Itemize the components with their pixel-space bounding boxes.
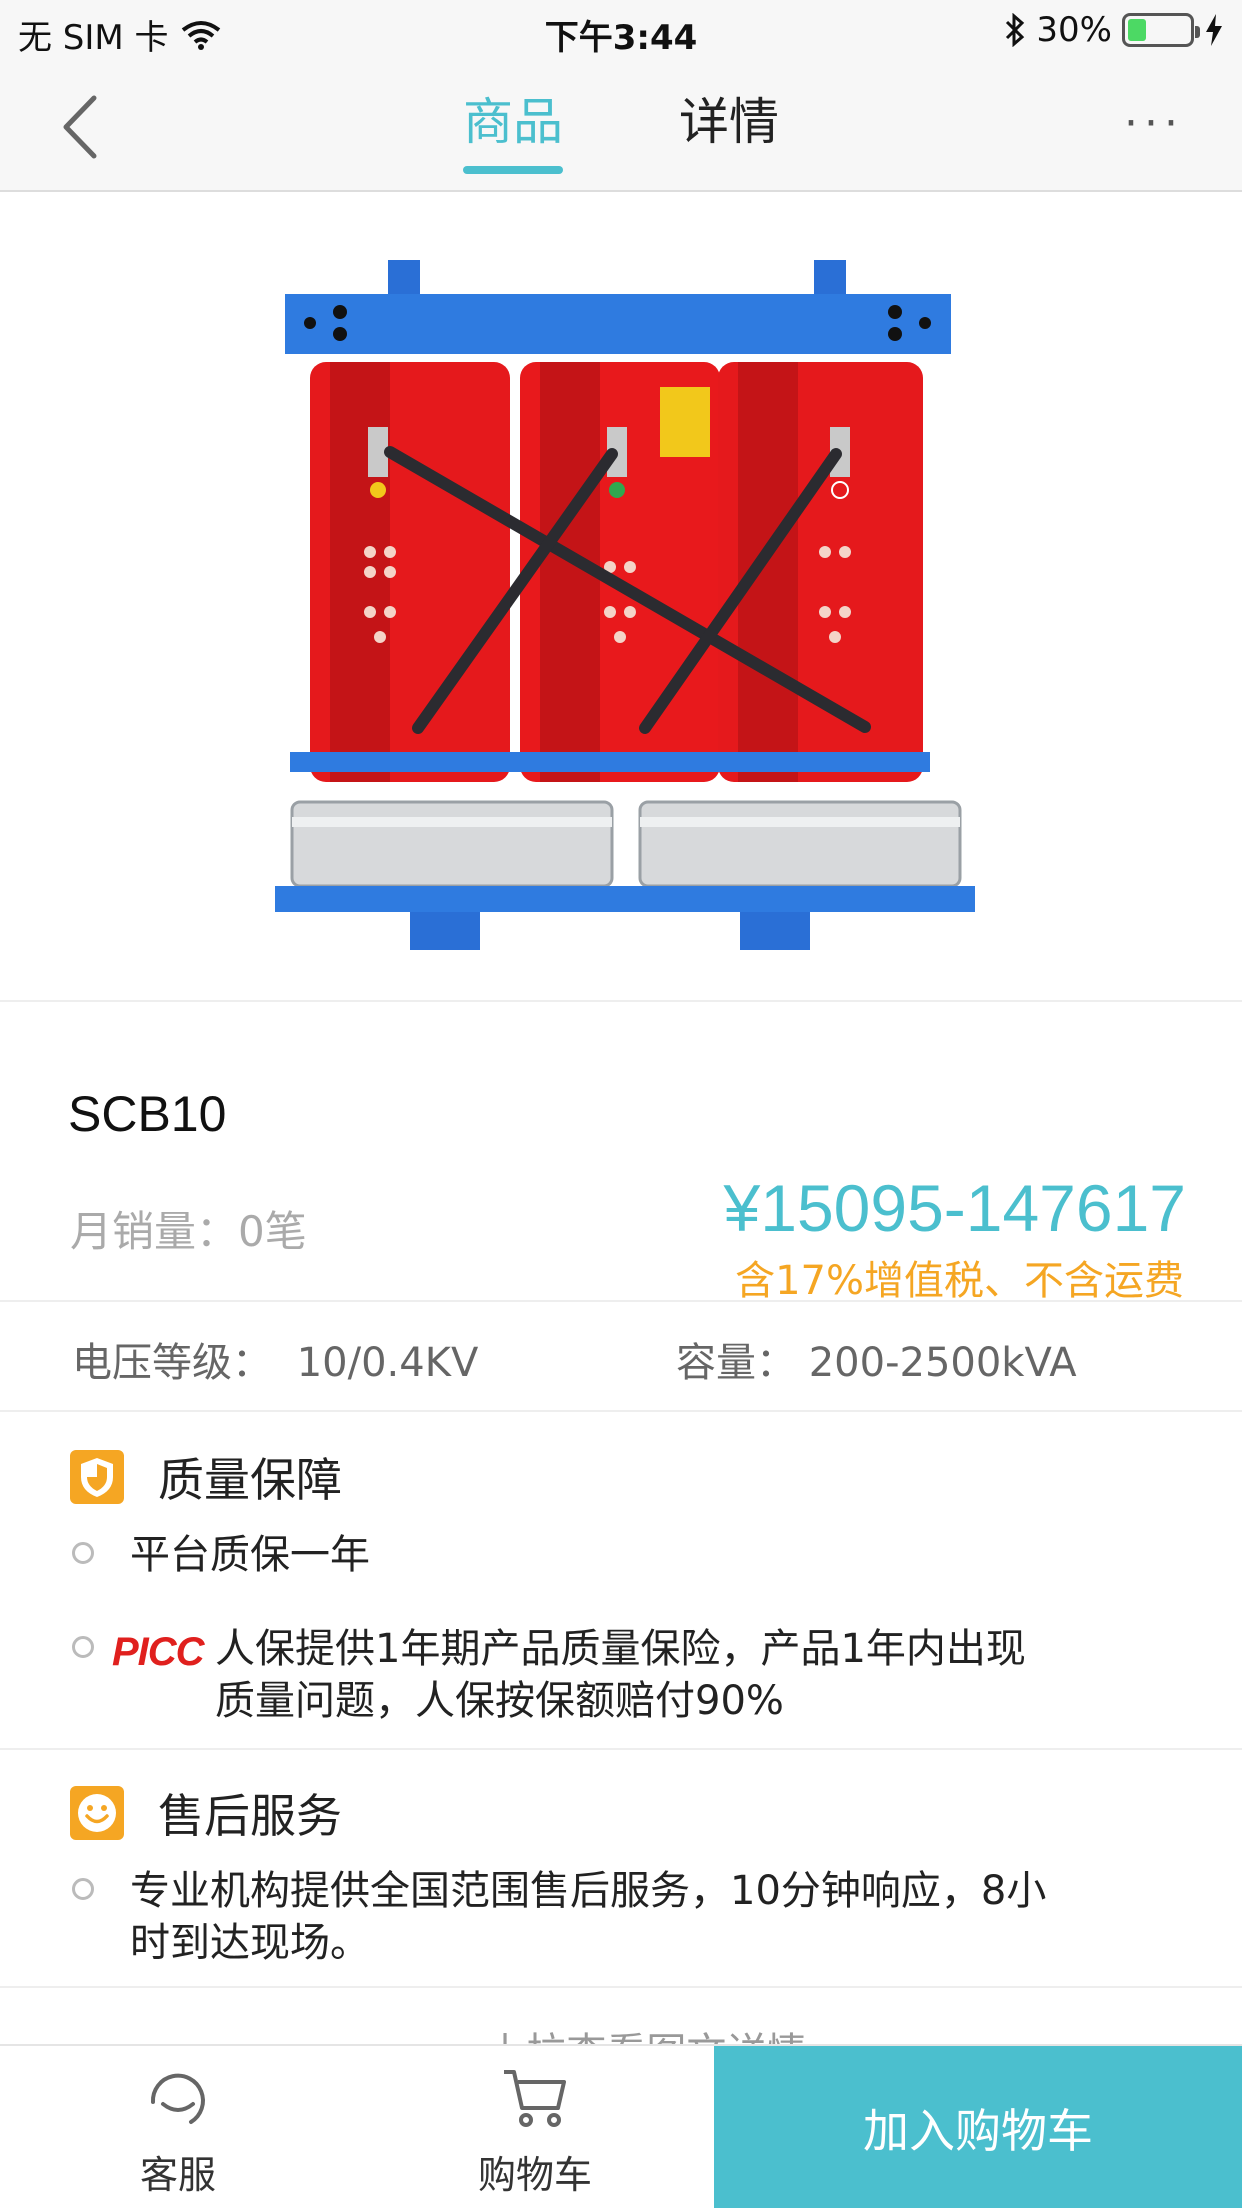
spec-capacity-value: 200-2500kVA xyxy=(808,1340,1077,1386)
customer-service-label: 客服 xyxy=(139,2153,216,2197)
quality-item: 质量问题，人保按保额赔付90% xyxy=(215,1678,784,1724)
battery-icon xyxy=(1122,13,1200,47)
spec-voltage: 电压等级： 10/0.4KV xyxy=(72,1330,478,1388)
divider xyxy=(0,1300,1242,1302)
nav-bar: 商品 详情 ··· xyxy=(0,62,1242,192)
battery-level xyxy=(1128,19,1146,41)
product-name: SCB10 xyxy=(68,1086,227,1142)
divider xyxy=(0,1986,1242,1988)
price: ¥15095-147617 xyxy=(723,1171,1186,1245)
spec-voltage-value: 10/0.4KV xyxy=(296,1340,479,1386)
cart-icon xyxy=(504,2070,566,2127)
monthly-sales: 月销量：0笔 xyxy=(70,1207,307,1256)
tab-details[interactable]: 详情 xyxy=(671,82,787,172)
smiley-icon xyxy=(70,1786,124,1840)
nav-tabs: 商品 详情 xyxy=(0,82,1242,174)
headset-icon xyxy=(150,2073,205,2124)
charging-icon xyxy=(1206,14,1222,46)
spec-capacity-label: 容量： xyxy=(676,1340,796,1386)
add-to-cart-button[interactable]: 加入购物车 xyxy=(714,2046,1242,2208)
bullet-icon xyxy=(72,1878,94,1900)
bullet-icon xyxy=(72,1636,94,1658)
price-note: 含17%增值税、不含运费 xyxy=(735,1258,1184,1304)
after-sales-item: 专业机构提供全国范围售后服务，10分钟响应，8小 xyxy=(130,1868,1047,1914)
status-right: 30% xyxy=(1004,10,1224,50)
battery-percent: 30% xyxy=(1036,10,1112,50)
divider xyxy=(0,1748,1242,1750)
more-button[interactable]: ··· xyxy=(1124,102,1184,146)
divider xyxy=(0,1410,1242,1412)
bullet-icon xyxy=(72,1542,94,1564)
spec-voltage-label: 电压等级： xyxy=(72,1340,272,1386)
quality-item: 人保提供1年期产品质量保险，产品1年内出现 xyxy=(215,1626,1026,1672)
bluetooth-icon xyxy=(1006,13,1025,47)
cart-button[interactable]: 购物车 xyxy=(435,2046,635,2208)
quality-section-title: 质量保障 xyxy=(70,1444,342,1510)
customer-service-button[interactable]: 客服 xyxy=(78,2046,278,2208)
after-sales-title: 售后服务 xyxy=(158,1789,342,1843)
quality-item: 平台质保一年 xyxy=(130,1532,370,1578)
quality-title: 质量保障 xyxy=(158,1453,342,1507)
cart-label: 购物车 xyxy=(477,2153,592,2197)
bottom-bar: 客服 购物车 加入购物车 xyxy=(0,2044,1242,2208)
status-bar: 无 SIM 卡 下午3:44 30% xyxy=(0,0,1242,62)
picc-logo: PICC xyxy=(112,1630,205,1674)
after-sales-section-title: 售后服务 xyxy=(70,1780,342,1846)
spec-capacity: 容量： 200-2500kVA xyxy=(676,1330,1077,1388)
transformer-image xyxy=(275,260,975,950)
after-sales-item: 时到达现场。 xyxy=(130,1920,370,1966)
shield-icon xyxy=(70,1450,124,1504)
product-image[interactable] xyxy=(0,192,1242,1002)
battery-tip xyxy=(1195,26,1200,38)
tab-product[interactable]: 商品 xyxy=(455,82,571,174)
